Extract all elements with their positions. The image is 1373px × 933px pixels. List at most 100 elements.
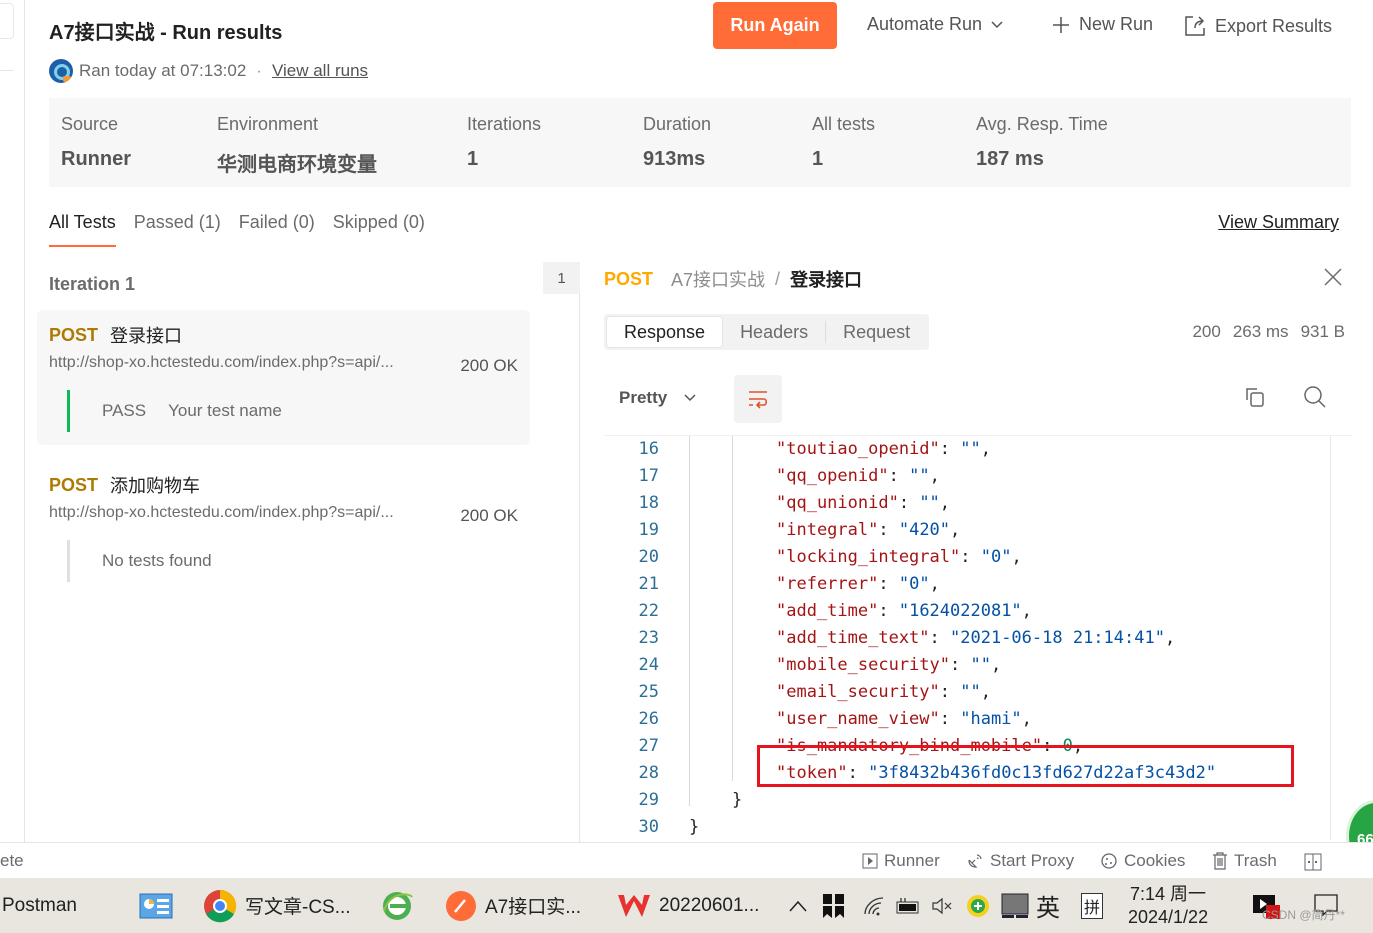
- json-value: "0": [980, 547, 1012, 567]
- automate-run-button[interactable]: Automate Run: [867, 14, 1004, 35]
- taskbar-app-wps[interactable]: 20220601...: [617, 878, 759, 933]
- line-number: 28: [638, 763, 659, 783]
- code-line: 25 "email_security": "",: [604, 679, 1324, 706]
- json-value: "2021-06-18 21:14:41": [950, 628, 1165, 648]
- json-value: "": [960, 682, 981, 702]
- close-icon[interactable]: [1322, 266, 1344, 288]
- ime-mode-label: 拼: [1081, 892, 1104, 919]
- line-number: 18: [638, 493, 659, 513]
- sidebar-stub[interactable]: [0, 3, 14, 39]
- security-tray-icon[interactable]: [966, 878, 990, 933]
- format-dropdown[interactable]: Pretty: [619, 388, 697, 408]
- tab-request[interactable]: Request: [826, 316, 927, 348]
- status-bar: ete Runner Start Proxy Cookies Trash: [0, 842, 1373, 878]
- iteration-number[interactable]: 1: [543, 262, 580, 294]
- tab-headers[interactable]: Headers: [723, 316, 825, 348]
- line-number: 29: [638, 790, 659, 810]
- json-key: "qq_unionid": [776, 493, 899, 513]
- wps-icon: [618, 894, 650, 917]
- line-number: 17: [638, 466, 659, 486]
- code-content: "add_time_text": "2021-06-18 21:14:41",: [776, 625, 1175, 652]
- closing-brace: }: [732, 790, 743, 810]
- taskbar-app-ie[interactable]: [380, 878, 414, 933]
- tab-skipped[interactable]: Skipped (0): [333, 212, 425, 247]
- ime-mode[interactable]: 拼: [1081, 878, 1104, 933]
- export-results-button[interactable]: Export Results: [1183, 14, 1332, 38]
- json-key: "qq_openid": [776, 466, 889, 486]
- request-item[interactable]: POST 添加购物车 http://shop-xo.hctestedu.com/…: [37, 460, 530, 590]
- summary-environment: Environment 华测电商环境变量: [217, 114, 377, 177]
- runner-icon: [862, 853, 878, 869]
- code-content: "add_time": "1624022081",: [776, 598, 1032, 625]
- iteration-number-column: 1: [543, 262, 580, 842]
- tab-passed[interactable]: Passed (1): [134, 212, 221, 247]
- taskbar-app-label: 20220601...: [659, 894, 760, 916]
- breadcrumb-collection[interactable]: A7接口实战: [671, 266, 765, 292]
- json-value: "": [919, 493, 940, 513]
- export-results-label: Export Results: [1215, 15, 1333, 36]
- show-hidden-icons[interactable]: [788, 878, 808, 933]
- taskbar-app-chrome[interactable]: 写文章-CS...: [203, 878, 351, 933]
- plus-icon: [1053, 16, 1069, 33]
- summary-iterations: Iterations 1: [467, 114, 541, 171]
- request-url: http://shop-xo.hctestedu.com/index.php?s…: [49, 354, 394, 371]
- satellite-icon: [968, 854, 982, 868]
- tab-failed[interactable]: Failed (0): [239, 212, 315, 247]
- request-item[interactable]: POST 登录接口 http://shop-xo.hctestedu.com/i…: [37, 310, 530, 445]
- response-status: 200 OK: [460, 506, 518, 525]
- json-colon: :: [950, 655, 971, 675]
- code-line: 29}: [604, 787, 1324, 814]
- code-line: 22 "add_time": "1624022081",: [604, 598, 1324, 625]
- shield-plus-icon: [967, 894, 989, 917]
- new-run-button[interactable]: New Run: [1051, 14, 1153, 35]
- control-panel-icon: [139, 893, 173, 918]
- runner-button[interactable]: Runner: [862, 851, 940, 871]
- line-number: 20: [638, 547, 659, 567]
- line-number: 25: [638, 682, 659, 702]
- wrap-lines-button[interactable]: [734, 375, 782, 423]
- wifi-icon[interactable]: [862, 878, 886, 933]
- request-header: POST 添加购物车: [49, 472, 518, 498]
- trash-icon: [1213, 852, 1227, 870]
- wifi-glyph: [864, 896, 884, 915]
- tab-response[interactable]: Response: [606, 316, 724, 348]
- trash-button[interactable]: Trash: [1212, 851, 1277, 871]
- display-tray-icon[interactable]: [1001, 878, 1029, 933]
- json-colon: :: [960, 547, 981, 567]
- scrollbar-track[interactable]: [1330, 436, 1331, 840]
- test-status: PASS: [102, 401, 147, 420]
- export-icon: [1185, 16, 1205, 36]
- taskbar-app-postman[interactable]: Postman: [2, 878, 77, 933]
- copy-icon[interactable]: [1242, 384, 1268, 410]
- line-number: 22: [638, 601, 659, 621]
- test-result: PASS Your test name: [67, 390, 518, 432]
- summary-value: 187 ms: [976, 148, 1044, 170]
- cookies-button[interactable]: Cookies: [1100, 851, 1185, 871]
- ime-language[interactable]: 英: [1036, 878, 1060, 933]
- line-number: 19: [638, 520, 659, 540]
- battery-icon[interactable]: [895, 878, 921, 933]
- view-all-runs-link[interactable]: View all runs: [272, 61, 368, 81]
- view-summary-link[interactable]: View Summary: [1218, 212, 1339, 233]
- clock-time: 7:14 周一: [1130, 884, 1207, 904]
- code-line: 23 "add_time_text": "2021-06-18 21:14:41"…: [604, 625, 1324, 652]
- system-clock[interactable]: 7:14 周一 2024/1/22: [1128, 883, 1208, 929]
- json-key: "add_time_text": [776, 628, 930, 648]
- status-code: 200: [1192, 322, 1221, 341]
- run-again-button[interactable]: Run Again: [713, 2, 837, 49]
- sidebar-collapsed: [0, 0, 25, 842]
- summary-value: 1: [467, 148, 479, 170]
- tab-all-tests[interactable]: All Tests: [49, 212, 116, 247]
- taskbar-app-postman-window[interactable]: A7接口实...: [445, 878, 581, 933]
- taskbar-app-control-panel[interactable]: [139, 878, 173, 933]
- search-icon[interactable]: [1302, 384, 1328, 410]
- volume-muted-icon[interactable]: [931, 878, 953, 933]
- dot-separator: ·: [256, 61, 262, 80]
- tray-app-icon[interactable]: [822, 878, 846, 933]
- code-content: "qq_unionid": "",: [776, 490, 950, 517]
- csdn-watermark: CSDN @简丹**: [1262, 908, 1345, 922]
- start-proxy-button[interactable]: Start Proxy: [966, 851, 1074, 871]
- json-colon: :: [939, 439, 961, 459]
- two-pane-icon[interactable]: [1304, 853, 1322, 871]
- json-key: "locking_integral": [776, 547, 961, 567]
